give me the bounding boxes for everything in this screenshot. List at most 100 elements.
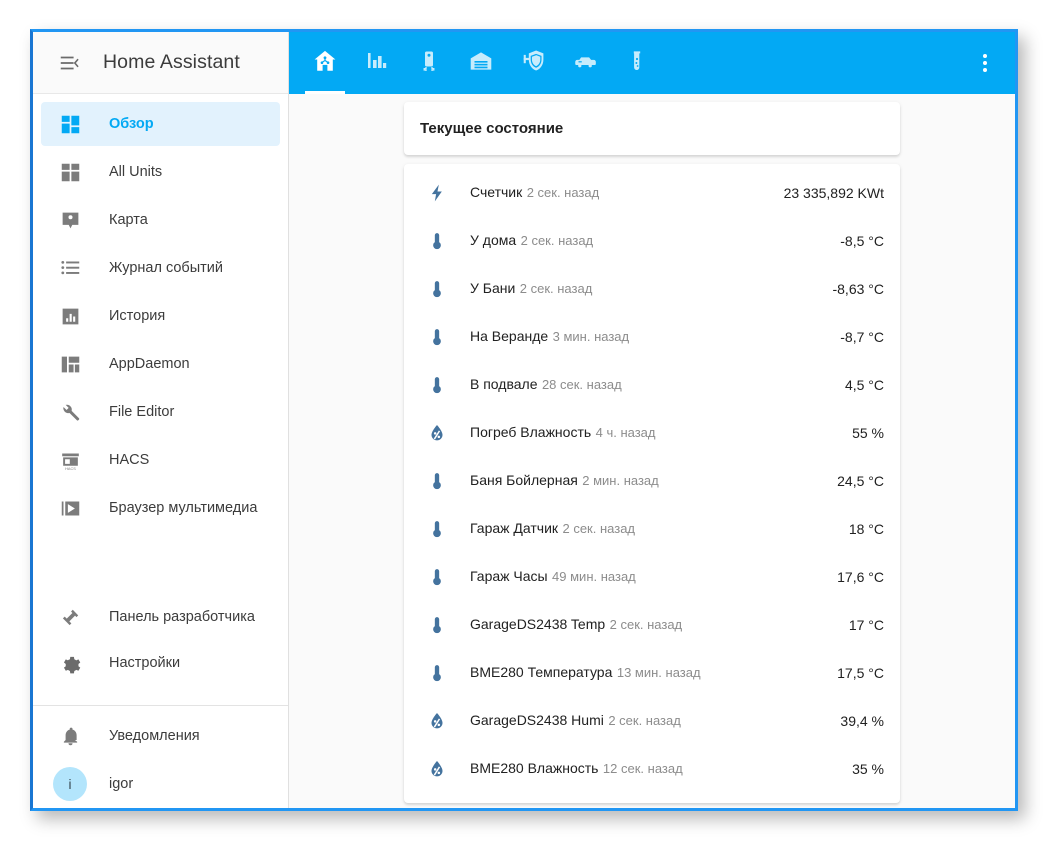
sidebar-item-label: All Units bbox=[109, 164, 163, 180]
sidebar-item-label: Обзор bbox=[109, 116, 154, 132]
browser-window: Home Assistant Обзор All Units Карта Жур… bbox=[30, 29, 1018, 811]
format-list-icon bbox=[57, 255, 83, 281]
entity-row[interactable]: Гараж Датчик 2 сек. назад 18 °C bbox=[420, 505, 884, 553]
entity-state: 39,4 % bbox=[840, 713, 884, 729]
entity-row[interactable]: В подвале 28 сек. назад 4,5 °C bbox=[420, 361, 884, 409]
dashboard-content: Текущее состояние Счетчик 2 сек. назад 2… bbox=[289, 94, 1015, 808]
entity-row[interactable]: GarageDS2438 Humi 2 сек. назад 39,4 % bbox=[420, 697, 884, 745]
dots-vertical-icon[interactable] bbox=[961, 32, 1009, 94]
bell-icon bbox=[57, 723, 83, 749]
entity-label: На Веранде bbox=[470, 328, 549, 344]
dashboard-column: Текущее состояние Счетчик 2 сек. назад 2… bbox=[404, 102, 900, 808]
entity-row[interactable]: Баня Бойлерная 2 мин. назад 24,5 °C bbox=[420, 457, 884, 505]
entity-label: В подвале bbox=[470, 376, 538, 392]
entity-row[interactable]: Счетчик 2 сек. назад 23 335,892 KWt bbox=[420, 169, 884, 217]
sidebar-item-settings[interactable]: Настройки bbox=[41, 641, 280, 685]
entity-label: GarageDS2438 Humi bbox=[470, 712, 604, 728]
entity-name: Гараж Часы 49 мин. назад bbox=[454, 568, 827, 586]
cog-icon bbox=[57, 650, 83, 676]
sidebar-item-label: Карта bbox=[109, 212, 148, 228]
entity-last-changed: 2 сек. назад bbox=[519, 281, 593, 296]
entity-last-changed: 2 сек. назад bbox=[609, 617, 683, 632]
entity-label: Счетчик bbox=[470, 184, 523, 200]
entities-list: Счетчик 2 сек. назад 23 335,892 KWt У до… bbox=[404, 164, 900, 803]
water-boiler-icon bbox=[417, 49, 441, 78]
sidebar-nav: Обзор All Units Карта Журнал событий Ист… bbox=[33, 94, 288, 808]
entity-last-changed: 4 ч. назад bbox=[595, 425, 656, 440]
sidebar-item-label: Уведомления bbox=[109, 728, 200, 744]
water-percent-icon bbox=[420, 711, 454, 731]
thermometer-icon bbox=[420, 519, 454, 539]
sidebar-item-label: Журнал событий bbox=[109, 260, 223, 276]
entity-state: 17,6 °C bbox=[837, 569, 884, 585]
sidebar-item-label: История bbox=[109, 308, 166, 324]
entities-card: Счетчик 2 сек. назад 23 335,892 KWt У до… bbox=[404, 164, 900, 803]
sidebar-item-history[interactable]: История bbox=[41, 294, 280, 338]
sidebar-item-label: HACS bbox=[109, 452, 150, 468]
entity-state: -8,63 °C bbox=[832, 281, 884, 297]
sidebar-item-developer-tools[interactable]: Панель разработчика bbox=[41, 595, 280, 639]
sidebar-item-hacs[interactable]: HACS HACS bbox=[41, 438, 280, 482]
entity-row[interactable]: Гараж Часы 49 мин. назад 17,6 °C bbox=[420, 553, 884, 601]
entity-label: Погреб Влажность bbox=[470, 424, 592, 440]
header-card: Текущее состояние bbox=[404, 102, 900, 155]
sidebar-item-file-editor[interactable]: File Editor bbox=[41, 390, 280, 434]
entity-row[interactable]: GarageDS2438 Temp 2 сек. назад 17 °C bbox=[420, 601, 884, 649]
home-automation-icon bbox=[312, 48, 338, 79]
tab-shield-home[interactable] bbox=[507, 32, 559, 94]
car-icon bbox=[572, 48, 598, 79]
tab-test-tube[interactable] bbox=[611, 32, 663, 94]
entity-last-changed: 2 сек. назад bbox=[562, 521, 636, 536]
entity-row[interactable]: BME280 Температура 13 мин. назад 17,5 °C bbox=[420, 649, 884, 697]
entity-label: Баня Бойлерная bbox=[470, 472, 578, 488]
sidebar-item-appdaemon[interactable]: AppDaemon bbox=[41, 342, 280, 386]
thermometer-icon bbox=[420, 471, 454, 491]
menu-collapse-icon[interactable] bbox=[47, 41, 91, 85]
sidebar-item-label: Браузер мультимедиа bbox=[109, 500, 258, 516]
tab-water-boiler[interactable] bbox=[403, 32, 455, 94]
entity-label: GarageDS2438 Temp bbox=[470, 616, 606, 632]
chart-bar-icon bbox=[365, 49, 389, 78]
tab-chart-bar[interactable] bbox=[351, 32, 403, 94]
entity-row[interactable]: У дома 2 сек. назад -8,5 °C bbox=[420, 217, 884, 265]
sidebar-bottom-group: Панель разработчика Настройки bbox=[33, 593, 288, 697]
entity-row[interactable]: Погреб Влажность 4 ч. назад 55 % bbox=[420, 409, 884, 457]
entity-state: 18 °C bbox=[848, 521, 884, 537]
entity-name: У дома 2 сек. назад bbox=[454, 232, 830, 250]
sidebar-item-map[interactable]: Карта bbox=[41, 198, 280, 242]
flash-icon bbox=[420, 183, 454, 203]
entity-state: -8,5 °C bbox=[840, 233, 884, 249]
hammer-icon bbox=[57, 604, 83, 630]
entity-label: BME280 Влажность bbox=[470, 760, 599, 776]
entity-state: 24,5 °C bbox=[837, 473, 884, 489]
tab-home-automation[interactable] bbox=[299, 32, 351, 94]
sidebar-item-overview[interactable]: Обзор bbox=[41, 102, 280, 146]
sidebar-item-all-units[interactable]: All Units bbox=[41, 150, 280, 194]
entity-label: У дома bbox=[470, 232, 517, 248]
water-percent-icon bbox=[420, 759, 454, 779]
sidebar-item-notifications[interactable]: Уведомления bbox=[41, 714, 280, 758]
entity-row[interactable]: На Веранде 3 мин. назад -8,7 °C bbox=[420, 313, 884, 361]
view-dashboard-variant-icon bbox=[57, 351, 83, 377]
sidebar-item-logbook[interactable]: Журнал событий bbox=[41, 246, 280, 290]
entity-row[interactable]: У Бани 2 сек. назад -8,63 °C bbox=[420, 265, 884, 313]
thermometer-icon bbox=[420, 375, 454, 395]
tab-garage[interactable] bbox=[455, 32, 507, 94]
view-quilt-icon bbox=[57, 159, 83, 185]
entity-name: Гараж Датчик 2 сек. назад bbox=[454, 520, 839, 538]
entity-name: Счетчик 2 сек. назад bbox=[454, 184, 774, 202]
entity-row[interactable]: BME280 Влажность 12 сек. назад 35 % bbox=[420, 745, 884, 793]
sidebar-item-media-browser[interactable]: Браузер мультимедиа bbox=[41, 486, 280, 530]
sidebar-user-label: igor bbox=[109, 776, 134, 792]
entity-name: GarageDS2438 Temp 2 сек. назад bbox=[454, 616, 839, 634]
entity-state: 23 335,892 KWt bbox=[783, 185, 884, 201]
entity-name: Баня Бойлерная 2 мин. назад bbox=[454, 472, 827, 490]
water-percent-icon bbox=[420, 423, 454, 443]
sidebar-item-user[interactable]: i igor bbox=[41, 762, 280, 806]
tab-car[interactable] bbox=[559, 32, 611, 94]
avatar: i bbox=[53, 767, 87, 801]
sidebar-item-label: Панель разработчика bbox=[109, 609, 255, 625]
chart-box-icon bbox=[57, 303, 83, 329]
entity-last-changed: 13 мин. назад bbox=[616, 665, 701, 680]
